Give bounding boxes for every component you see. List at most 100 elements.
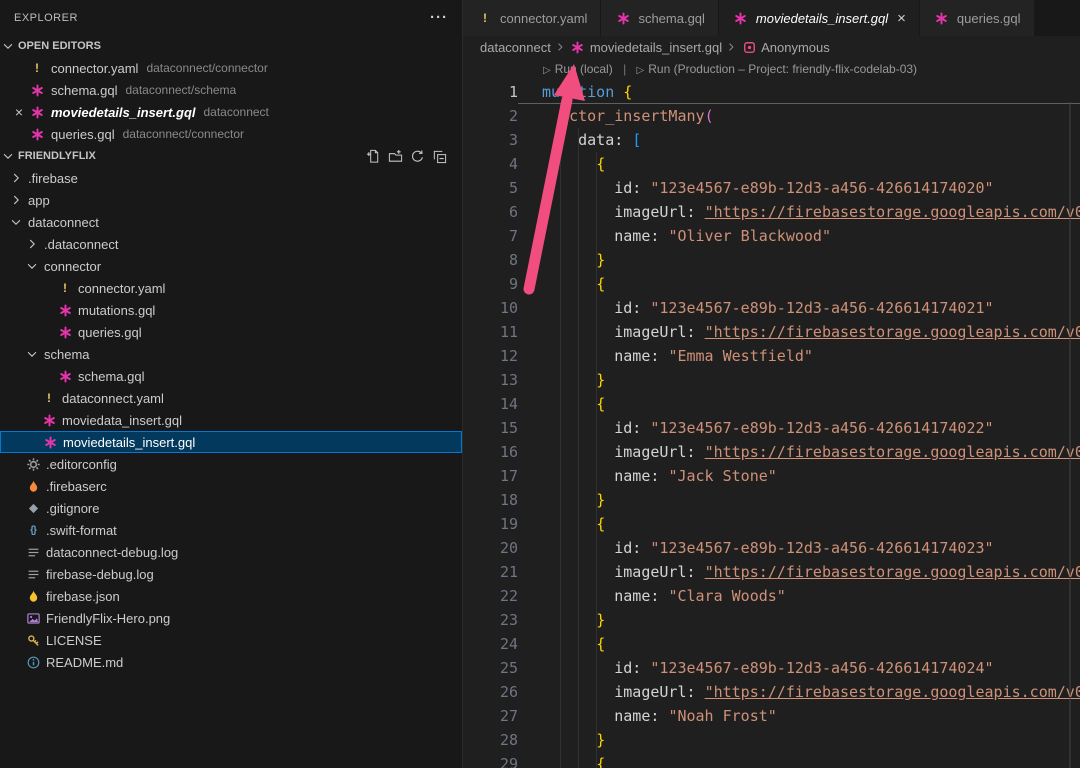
code-token: "123e4567-e89b-12d3-a456-426614174020" <box>650 179 993 197</box>
code-token <box>542 155 596 173</box>
open-editor-connector-yaml[interactable]: !connector.yamldataconnect/connector <box>0 57 462 79</box>
line-number: 19 <box>463 512 518 536</box>
gql-icon <box>56 302 74 318</box>
tree-item-queries-gql[interactable]: queries.gql <box>0 321 462 343</box>
tab-moviedetails-insert-gql[interactable]: moviedetails_insert.gql× <box>719 0 920 36</box>
tree-item-schema-gql[interactable]: schema.gql <box>0 365 462 387</box>
code-line[interactable]: 6 imageUrl: "https://firebasestorage.goo… <box>463 200 1080 224</box>
code-token: name: <box>614 347 659 365</box>
code-line[interactable]: 29 { <box>463 752 1080 768</box>
tree-item-moviedetails-insert-gql[interactable]: moviedetails_insert.gql <box>0 431 462 453</box>
code-token: actor_insertMany <box>560 107 705 125</box>
open-editors-header[interactable]: OPEN EDITORS <box>0 35 462 57</box>
close-icon[interactable]: × <box>897 10 906 27</box>
breadcrumb-item-dataconnect[interactable]: dataconnect <box>480 40 551 55</box>
code-line[interactable]: 5 id: "123e4567-e89b-12d3-a456-426614174… <box>463 176 1080 200</box>
tree-item-readme-md[interactable]: README.md <box>0 651 462 673</box>
code-line[interactable]: 12 name: "Emma Westfield" <box>463 344 1080 368</box>
code-line[interactable]: 8 } <box>463 248 1080 272</box>
code-line[interactable]: 14 { <box>463 392 1080 416</box>
tree-item-mutations-gql[interactable]: mutations.gql <box>0 299 462 321</box>
tree-item-dataconnect-yaml[interactable]: !dataconnect.yaml <box>0 387 462 409</box>
project-section-header[interactable]: FRIENDLYFLIX <box>0 145 462 167</box>
code-content: } <box>518 488 1080 512</box>
breadcrumb-item-anonymous[interactable]: Anonymous <box>740 39 830 55</box>
tab-queries-gql[interactable]: queries.gql <box>920 0 1035 36</box>
code-line[interactable]: 17 name: "Jack Stone" <box>463 464 1080 488</box>
tree-item-label: moviedata_insert.gql <box>62 413 182 428</box>
code-line[interactable]: 25 id: "123e4567-e89b-12d3-a456-42661417… <box>463 656 1080 680</box>
code-token: imageUrl: <box>614 323 695 341</box>
code-line[interactable]: 28 } <box>463 728 1080 752</box>
tree-item-firebase-json[interactable]: firebase.json <box>0 585 462 607</box>
more-actions-icon[interactable]: ··· <box>430 13 448 23</box>
code-token: "https://firebasestorage.googleapis.com/… <box>705 683 1080 701</box>
tree-item-dataconnect[interactable]: .dataconnect <box>0 233 462 255</box>
breadcrumb: dataconnect moviedetails_insert.gql Anonym… <box>463 36 1080 58</box>
tab-connector-yaml[interactable]: !connector.yaml <box>463 0 601 36</box>
refresh-icon[interactable] <box>406 146 428 166</box>
code-token: { <box>623 83 632 101</box>
open-editors-list: !connector.yamldataconnect/connectorsche… <box>0 57 462 145</box>
tree-item-editorconfig[interactable]: .editorconfig <box>0 453 462 475</box>
line-number: 9 <box>463 272 518 296</box>
code-line[interactable]: 11 imageUrl: "https://firebasestorage.go… <box>463 320 1080 344</box>
code-token <box>542 515 596 533</box>
code-line[interactable]: 1mutation { <box>463 80 1080 104</box>
code-line[interactable]: 22 name: "Clara Woods" <box>463 584 1080 608</box>
tree-item-connector[interactable]: connector <box>0 255 462 277</box>
code-line[interactable]: 10 id: "123e4567-e89b-12d3-a456-42661417… <box>463 296 1080 320</box>
code-line[interactable]: 24 { <box>463 632 1080 656</box>
code-line[interactable]: 19 { <box>463 512 1080 536</box>
chevron-down-icon <box>8 214 24 230</box>
code-token <box>542 611 596 629</box>
code-line[interactable]: 9 { <box>463 272 1080 296</box>
open-editor-moviedetails-insert-gql[interactable]: ×moviedetails_insert.gqldataconnect <box>0 101 462 123</box>
tree-item-dataconnect[interactable]: dataconnect <box>0 211 462 233</box>
collapse-all-icon[interactable] <box>428 146 450 166</box>
code-line[interactable]: 20 id: "123e4567-e89b-12d3-a456-42661417… <box>463 536 1080 560</box>
new-folder-icon[interactable] <box>384 146 406 166</box>
tree-item-schema[interactable]: schema <box>0 343 462 365</box>
tree-item-dataconnect-debug-log[interactable]: dataconnect-debug.log <box>0 541 462 563</box>
tree-item-label: schema <box>44 347 90 362</box>
tree-item-connector-yaml[interactable]: !connector.yaml <box>0 277 462 299</box>
tree-item-firebase[interactable]: .firebase <box>0 167 462 189</box>
open-editor-queries-gql[interactable]: queries.gqldataconnect/connector <box>0 123 462 145</box>
tab-schema-gql[interactable]: schema.gql <box>601 0 718 36</box>
code-line[interactable]: 3 data: [ <box>463 128 1080 152</box>
image-icon <box>24 610 42 626</box>
tree-item-firebaserc[interactable]: .firebaserc <box>0 475 462 497</box>
code-token <box>696 443 705 461</box>
code-line[interactable]: 15 id: "123e4567-e89b-12d3-a456-42661417… <box>463 416 1080 440</box>
warning-icon: ! <box>40 390 58 406</box>
code-line[interactable]: 18 } <box>463 488 1080 512</box>
tree-item-app[interactable]: app <box>0 189 462 211</box>
tree-item-moviedata-insert-gql[interactable]: moviedata_insert.gql <box>0 409 462 431</box>
tree-item-gitignore[interactable]: .gitignore <box>0 497 462 519</box>
code-line[interactable]: 7 name: "Oliver Blackwood" <box>463 224 1080 248</box>
tree-item-swift-format[interactable]: {}.swift-format <box>0 519 462 541</box>
tree-item-license[interactable]: LICENSE <box>0 629 462 651</box>
tree-item-friendlyflix-hero-png[interactable]: FriendlyFlix-Hero.png <box>0 607 462 629</box>
run-local-link[interactable]: ▷Run (local) <box>543 62 613 76</box>
scrollbar[interactable] <box>1069 102 1071 768</box>
code-line[interactable]: 27 name: "Noah Frost" <box>463 704 1080 728</box>
code-line[interactable]: 16 imageUrl: "https://firebasestorage.go… <box>463 440 1080 464</box>
run-production-link[interactable]: ▷Run (Production – Project: friendly-fli… <box>637 62 918 76</box>
code-line[interactable]: 2 actor_insertMany( <box>463 104 1080 128</box>
tree-item-firebase-debug-log[interactable]: firebase-debug.log <box>0 563 462 585</box>
code-line[interactable]: 23 } <box>463 608 1080 632</box>
breadcrumb-item-moviedetails-insert-gql[interactable]: moviedetails_insert.gql <box>569 39 722 55</box>
close-icon[interactable]: × <box>10 104 28 120</box>
code-line[interactable]: 21 imageUrl: "https://firebasestorage.go… <box>463 560 1080 584</box>
code-line[interactable]: 26 imageUrl: "https://firebasestorage.go… <box>463 680 1080 704</box>
code-content: name: "Oliver Blackwood" <box>518 224 1080 248</box>
new-file-icon[interactable] <box>362 146 384 166</box>
code-line[interactable]: 4 { <box>463 152 1080 176</box>
open-editor-schema-gql[interactable]: schema.gqldataconnect/schema <box>0 79 462 101</box>
braces-icon: {} <box>24 522 42 538</box>
code-content: imageUrl: "https://firebasestorage.googl… <box>518 320 1080 344</box>
code-line[interactable]: 13 } <box>463 368 1080 392</box>
code-token: name: <box>614 227 659 245</box>
